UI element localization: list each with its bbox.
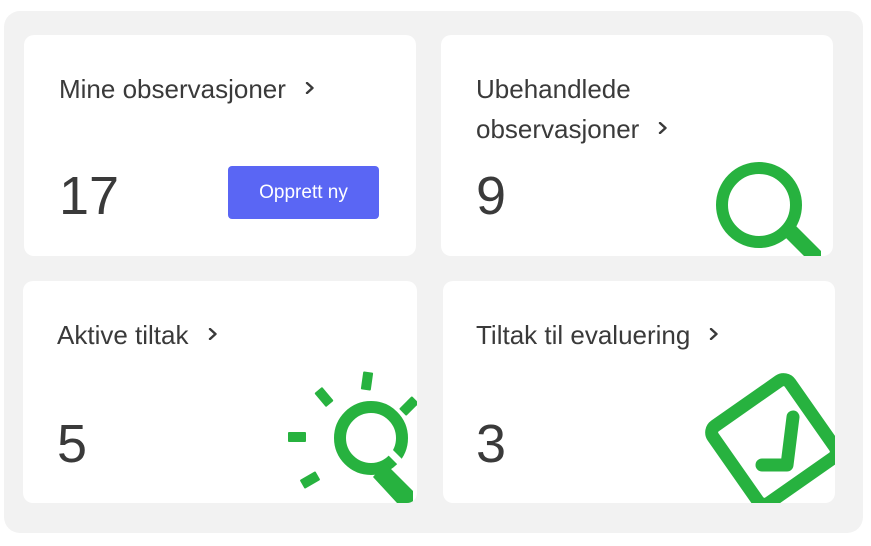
card-title-link[interactable]: Ubehandlede observasjoner: [476, 69, 669, 149]
card-ubehandlede-observasjoner[interactable]: Ubehandlede observasjoner 9: [441, 35, 833, 256]
checkbox-icon: [705, 373, 835, 503]
card-title-line2: observasjoner: [476, 114, 640, 144]
card-title: Tiltak til evaluering: [476, 320, 691, 350]
card-mine-observasjoner[interactable]: Mine observasjoner 17 Opprett ny: [24, 35, 416, 256]
create-new-button[interactable]: Opprett ny: [228, 166, 379, 219]
card-title: Mine observasjoner: [59, 74, 286, 104]
card-tiltak-til-evaluering[interactable]: Tiltak til evaluering 3: [443, 281, 835, 503]
card-title-link[interactable]: Tiltak til evaluering: [476, 315, 720, 355]
card-title-link[interactable]: Aktive tiltak: [57, 315, 219, 355]
chevron-right-icon: [304, 82, 316, 95]
observation-count: 17: [59, 166, 120, 226]
card-aktive-tiltak[interactable]: Aktive tiltak 5: [23, 281, 417, 503]
untreated-count: 9: [476, 166, 507, 226]
evaluation-count: 3: [476, 414, 507, 474]
card-title-line1: Ubehandlede: [476, 74, 631, 104]
chevron-right-icon: [708, 328, 720, 341]
chevron-right-icon: [207, 328, 219, 341]
magnifier-icon: [716, 162, 821, 256]
active-measures-count: 5: [57, 414, 88, 474]
lightbulb-icon: [288, 371, 417, 503]
card-title-link[interactable]: Mine observasjoner: [59, 69, 316, 109]
card-title: Aktive tiltak: [57, 320, 189, 350]
chevron-right-icon: [657, 122, 669, 135]
